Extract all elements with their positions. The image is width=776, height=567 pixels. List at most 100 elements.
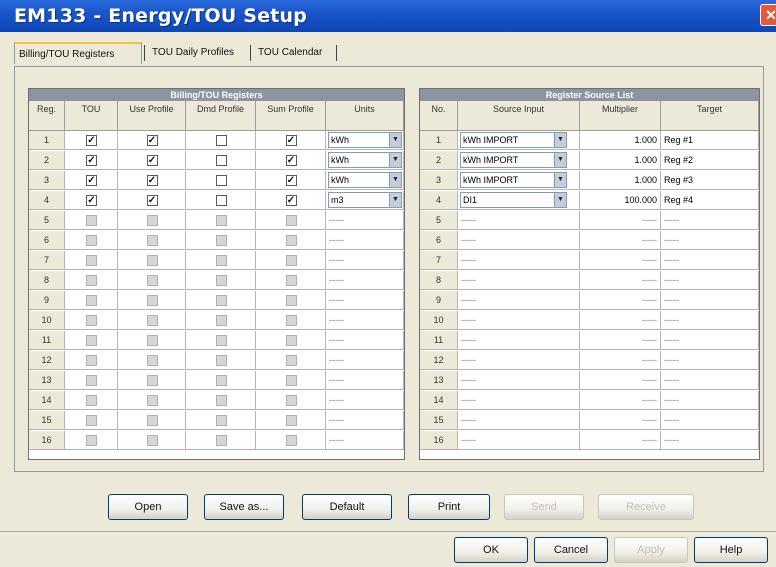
chevron-down-icon[interactable]: ▼ [554, 153, 566, 167]
table-row: 14 ----- ----- ----- [420, 391, 759, 410]
tab-tou-calendar[interactable]: TOU Calendar [254, 42, 334, 64]
apply-button[interactable]: Apply [614, 537, 688, 563]
units-dropdown[interactable]: kWh ▼ [328, 132, 402, 148]
tou-checkbox[interactable] [86, 415, 97, 426]
dmd-checkbox[interactable] [215, 375, 227, 386]
help-button[interactable]: Help [694, 537, 768, 563]
tou-checkbox[interactable] [86, 215, 97, 226]
sum-checkbox[interactable] [285, 255, 297, 266]
chevron-down-icon[interactable]: ▼ [554, 133, 566, 147]
close-icon[interactable]: ✕ [760, 4, 776, 26]
tab-billing-tou-registers[interactable]: Billing/TOU Registers [14, 42, 142, 64]
tou-checkbox[interactable] [86, 435, 97, 446]
tou-checkbox[interactable] [86, 315, 97, 326]
use-checkbox[interactable]: ✓ [146, 155, 158, 166]
sum-checkbox[interactable] [285, 235, 297, 246]
units-dropdown[interactable]: m3 ▼ [328, 192, 402, 208]
tou-checkbox[interactable]: ✓ [86, 135, 97, 146]
use-checkbox[interactable] [146, 315, 158, 326]
dmd-checkbox[interactable] [215, 155, 227, 166]
units-dropdown[interactable]: kWh ▼ [328, 152, 402, 168]
use-checkbox[interactable] [146, 215, 158, 226]
tou-checkbox[interactable] [86, 335, 97, 346]
use-checkbox[interactable] [146, 355, 158, 366]
source-input-dropdown[interactable]: DI1 ▼ [460, 192, 567, 208]
chevron-down-icon[interactable]: ▼ [554, 193, 566, 207]
use-checkbox[interactable] [146, 375, 158, 386]
tou-checkbox[interactable] [86, 355, 97, 366]
dmd-checkbox[interactable] [215, 275, 227, 286]
tou-checkbox[interactable] [86, 295, 97, 306]
dmd-checkbox[interactable] [215, 175, 227, 186]
multiplier-cell[interactable]: 100.000 [580, 191, 661, 210]
tou-checkbox[interactable]: ✓ [86, 195, 97, 206]
use-checkbox[interactable] [146, 295, 158, 306]
tab-tou-daily-profiles[interactable]: TOU Daily Profiles [148, 42, 246, 64]
dmd-checkbox[interactable] [215, 235, 227, 246]
tou-checkbox[interactable] [86, 255, 97, 266]
ok-button[interactable]: OK [454, 537, 528, 563]
sum-checkbox[interactable] [285, 215, 297, 226]
use-checkbox[interactable]: ✓ [146, 175, 158, 186]
dmd-checkbox[interactable] [215, 355, 227, 366]
receive-button[interactable]: Receive [598, 494, 694, 520]
use-checkbox[interactable] [146, 415, 158, 426]
chevron-down-icon[interactable]: ▼ [389, 173, 401, 187]
cancel-button[interactable]: Cancel [534, 537, 608, 563]
tou-checkbox[interactable] [86, 235, 97, 246]
sum-checkbox[interactable] [285, 435, 297, 446]
sum-checkbox[interactable] [285, 355, 297, 366]
use-checkbox[interactable] [146, 395, 158, 406]
multiplier-cell[interactable]: 1.000 [580, 131, 661, 150]
sum-checkbox[interactable] [285, 335, 297, 346]
source-input-dropdown[interactable]: kWh IMPORT ▼ [460, 152, 567, 168]
use-checkbox[interactable] [146, 255, 158, 266]
multiplier-cell[interactable]: 1.000 [580, 171, 661, 190]
save-as-button[interactable]: Save as... [204, 494, 284, 520]
sum-checkbox[interactable]: ✓ [285, 175, 297, 186]
sum-checkbox[interactable] [285, 295, 297, 306]
chevron-down-icon[interactable]: ▼ [389, 153, 401, 167]
open-button[interactable]: Open [108, 494, 188, 520]
tou-checkbox[interactable]: ✓ [86, 155, 97, 166]
chevron-down-icon[interactable]: ▼ [389, 133, 401, 147]
sum-checkbox[interactable] [285, 375, 297, 386]
use-checkbox[interactable] [146, 435, 158, 446]
sum-checkbox[interactable]: ✓ [285, 135, 297, 146]
use-checkbox[interactable] [146, 235, 158, 246]
tou-checkbox[interactable] [86, 375, 97, 386]
print-button[interactable]: Print [408, 494, 490, 520]
dmd-checkbox[interactable] [215, 415, 227, 426]
source-input-dropdown[interactable]: kWh IMPORT ▼ [460, 172, 567, 188]
dmd-checkbox[interactable] [215, 255, 227, 266]
tou-checkbox[interactable] [86, 275, 97, 286]
dmd-checkbox[interactable] [215, 295, 227, 306]
default-button[interactable]: Default [302, 494, 392, 520]
units-dropdown[interactable]: kWh ▼ [328, 172, 402, 188]
use-checkbox[interactable]: ✓ [146, 195, 158, 206]
source-input-dropdown[interactable]: kWh IMPORT ▼ [460, 132, 567, 148]
multiplier-cell[interactable]: 1.000 [580, 151, 661, 170]
dmd-checkbox[interactable] [215, 435, 227, 446]
use-cell: ✓ [118, 151, 186, 170]
send-button[interactable]: Send [504, 494, 584, 520]
dmd-checkbox[interactable] [215, 195, 227, 206]
tou-checkbox[interactable]: ✓ [86, 175, 97, 186]
use-checkbox[interactable]: ✓ [146, 135, 158, 146]
sum-checkbox[interactable] [285, 415, 297, 426]
dmd-checkbox[interactable] [215, 315, 227, 326]
use-checkbox[interactable] [146, 275, 158, 286]
sum-checkbox[interactable]: ✓ [285, 155, 297, 166]
dmd-checkbox[interactable] [215, 395, 227, 406]
sum-checkbox[interactable] [285, 275, 297, 286]
dmd-checkbox[interactable] [215, 135, 227, 146]
sum-checkbox[interactable]: ✓ [285, 195, 297, 206]
chevron-down-icon[interactable]: ▼ [389, 193, 401, 207]
sum-checkbox[interactable] [285, 315, 297, 326]
use-checkbox[interactable] [146, 335, 158, 346]
chevron-down-icon[interactable]: ▼ [554, 173, 566, 187]
dmd-checkbox[interactable] [215, 215, 227, 226]
tou-checkbox[interactable] [86, 395, 97, 406]
sum-checkbox[interactable] [285, 395, 297, 406]
dmd-checkbox[interactable] [215, 335, 227, 346]
